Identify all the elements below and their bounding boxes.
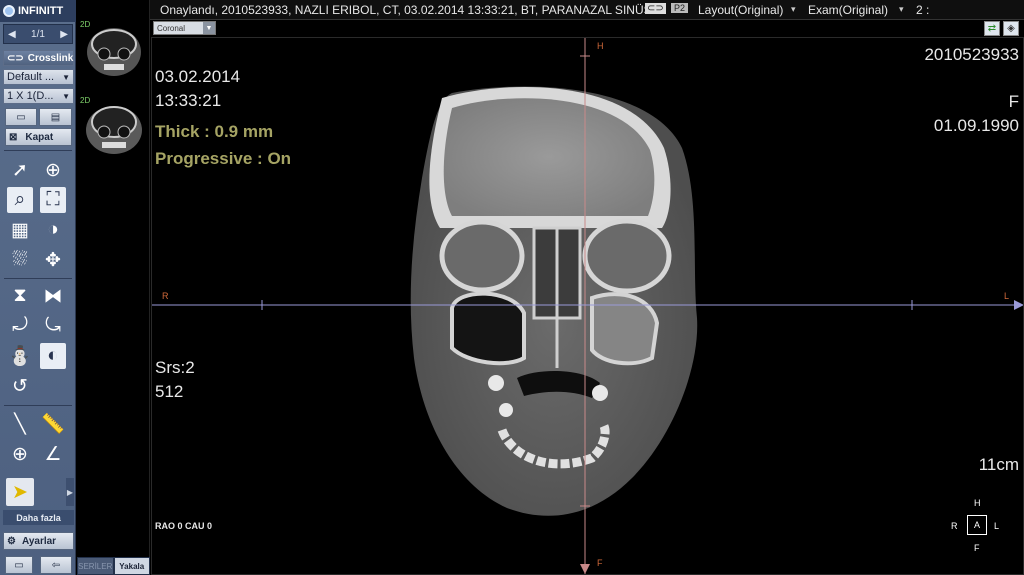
fit-tool-icon[interactable]: ⛶ [40, 187, 66, 213]
orient-top-marker: H [597, 41, 604, 51]
series-thumbnail[interactable]: 2D [80, 20, 147, 78]
orient-right-marker: L [1004, 291, 1010, 301]
patient-id: 2010523933 [924, 45, 1019, 64]
toolbar-divider [4, 150, 72, 151]
rao-cau: RAO 0 CAU 0 [155, 521, 213, 531]
logo-icon [3, 5, 15, 17]
header-bar: Onaylandı, 2010523933, NAZLI ERIBOL, CT,… [150, 0, 1024, 20]
image-viewport[interactable]: H F R L 03.02.2014 13:33:21 Thick : 0.9 … [151, 37, 1024, 575]
grid-tool-icon[interactable]: ▦ [7, 217, 33, 243]
flip-vertical-icon[interactable]: ⧗ [7, 283, 33, 309]
expand-icon[interactable]: ▶ [66, 478, 74, 506]
exit-button[interactable]: ⇦ [40, 556, 72, 574]
gear-icon: ⚙ [7, 535, 16, 547]
series-pager: ◀ 1/1 ▶ [3, 24, 73, 44]
patient-sex: F [1008, 92, 1019, 111]
view-subbar [150, 20, 1024, 37]
pager-label: 1/1 [31, 28, 45, 40]
flip-horizontal-icon[interactable]: ⧓ [40, 283, 66, 309]
orientation-cube: H R A L F [951, 498, 1000, 553]
reset-icon[interactable]: ↺ [7, 373, 33, 399]
chevron-down-icon: ▼ [62, 92, 70, 101]
magnify-tool-icon[interactable]: ⌕ [7, 187, 33, 213]
window-button[interactable]: ▭ [5, 108, 37, 126]
arrow-select-icon[interactable]: ➤ [6, 478, 34, 506]
close-icon: ⊠ [9, 131, 18, 143]
prev-page-icon[interactable]: ◀ [8, 29, 16, 40]
minimize-icon: ▭ [14, 559, 24, 571]
viewport-count: 2 : [916, 3, 930, 17]
window-level-icon[interactable]: ◑ [40, 217, 66, 243]
minimize-button[interactable]: ▭ [5, 556, 33, 574]
tab-capture[interactable]: Yakala [113, 557, 150, 575]
matrix-size: 512 [155, 382, 184, 401]
patient-title: Onaylandı, 2010523933, NAZLI ERIBOL, CT,… [160, 3, 650, 17]
chevron-down-icon: ▼ [62, 73, 70, 82]
crosshair-icon[interactable]: ⊕ [7, 441, 33, 467]
exam-menu-icon[interactable]: ▾ [899, 4, 904, 15]
chevron-down-icon: ▼ [203, 22, 215, 34]
layout-selector[interactable]: Layout(Original) [698, 3, 783, 17]
close-button[interactable]: ⊠ Kapat [5, 128, 72, 146]
series-panel: 2D 2D SERİLER Yakala [77, 0, 150, 575]
ruler-2d-icon[interactable]: 📏 [40, 411, 66, 437]
left-toolbar: INFINITT ◀ 1/1 ▶ ⊂⊃ Crosslink Default ..… [0, 0, 76, 575]
crosslink-button[interactable]: ⊂⊃ Crosslink [3, 50, 74, 66]
invert-icon[interactable]: ◐ [40, 343, 66, 369]
settings-button[interactable]: ⚙ Ayarlar [3, 532, 74, 550]
zoom-tool-icon[interactable]: ⊕ [40, 157, 66, 183]
series-tabs: SERİLER Yakala [77, 557, 150, 575]
series-number: Srs:2 [155, 358, 195, 377]
exam-selector[interactable]: Exam(Original) [808, 3, 888, 17]
save-image-button[interactable]: ▤ [39, 108, 72, 126]
next-page-icon[interactable]: ▶ [60, 29, 68, 40]
toolbar-divider [4, 405, 72, 406]
pan-tool-icon[interactable]: ✥ [40, 247, 66, 273]
toolbar-divider [4, 278, 72, 279]
study-time: 13:33:21 [155, 91, 222, 110]
plane-dropdown[interactable]: Coronal ▼ [153, 21, 216, 35]
options-icon[interactable]: ◈ [1003, 21, 1019, 36]
link-icon[interactable]: ⊂⊃ [645, 3, 666, 14]
birth-date: 01.09.1990 [933, 116, 1019, 135]
layout-menu-icon[interactable]: ▾ [791, 4, 796, 15]
preset-dropdown[interactable]: Default ... ▼ [3, 69, 74, 85]
rotate-right-icon[interactable]: ⤿ [40, 313, 66, 339]
study-date: 03.02.2014 [155, 67, 241, 86]
orient-left-marker: R [162, 291, 169, 301]
series-thumbnail[interactable]: 2D [80, 96, 147, 154]
rotate-left-icon[interactable]: ⤾ [7, 313, 33, 339]
sync-icon[interactable]: ⇄ [984, 21, 1000, 36]
page-badge-icon[interactable]: P2 [671, 3, 689, 13]
tab-series[interactable]: SERİLER [77, 557, 114, 575]
link-icon: ⊂⊃ [7, 52, 24, 64]
orient-bottom-marker: F [597, 558, 603, 568]
line-measure-icon[interactable]: ╲ [7, 411, 33, 437]
scale-length: 11cm [978, 455, 1019, 474]
more-button[interactable]: Daha fazla [3, 510, 74, 525]
exit-icon: ⇦ [51, 559, 61, 571]
save-icon: ▤ [50, 111, 61, 123]
progressive-mode: Progressive : On [155, 149, 292, 168]
angle-tool-icon[interactable]: ∠ [40, 441, 66, 467]
body-preset-icon[interactable]: ⛄ [7, 343, 33, 369]
ct-coronal-image [152, 38, 1023, 574]
pointer-tool-icon[interactable]: ➚ [7, 157, 33, 183]
slice-thickness: Thick : 0.9 mm [155, 122, 274, 141]
window-icon: ▭ [16, 111, 26, 123]
layout-dropdown[interactable]: 1 X 1(D... ▼ [3, 88, 74, 104]
app-logo: INFINITT [0, 0, 76, 22]
lung-preset-icon[interactable]: ⛆ [7, 247, 33, 273]
